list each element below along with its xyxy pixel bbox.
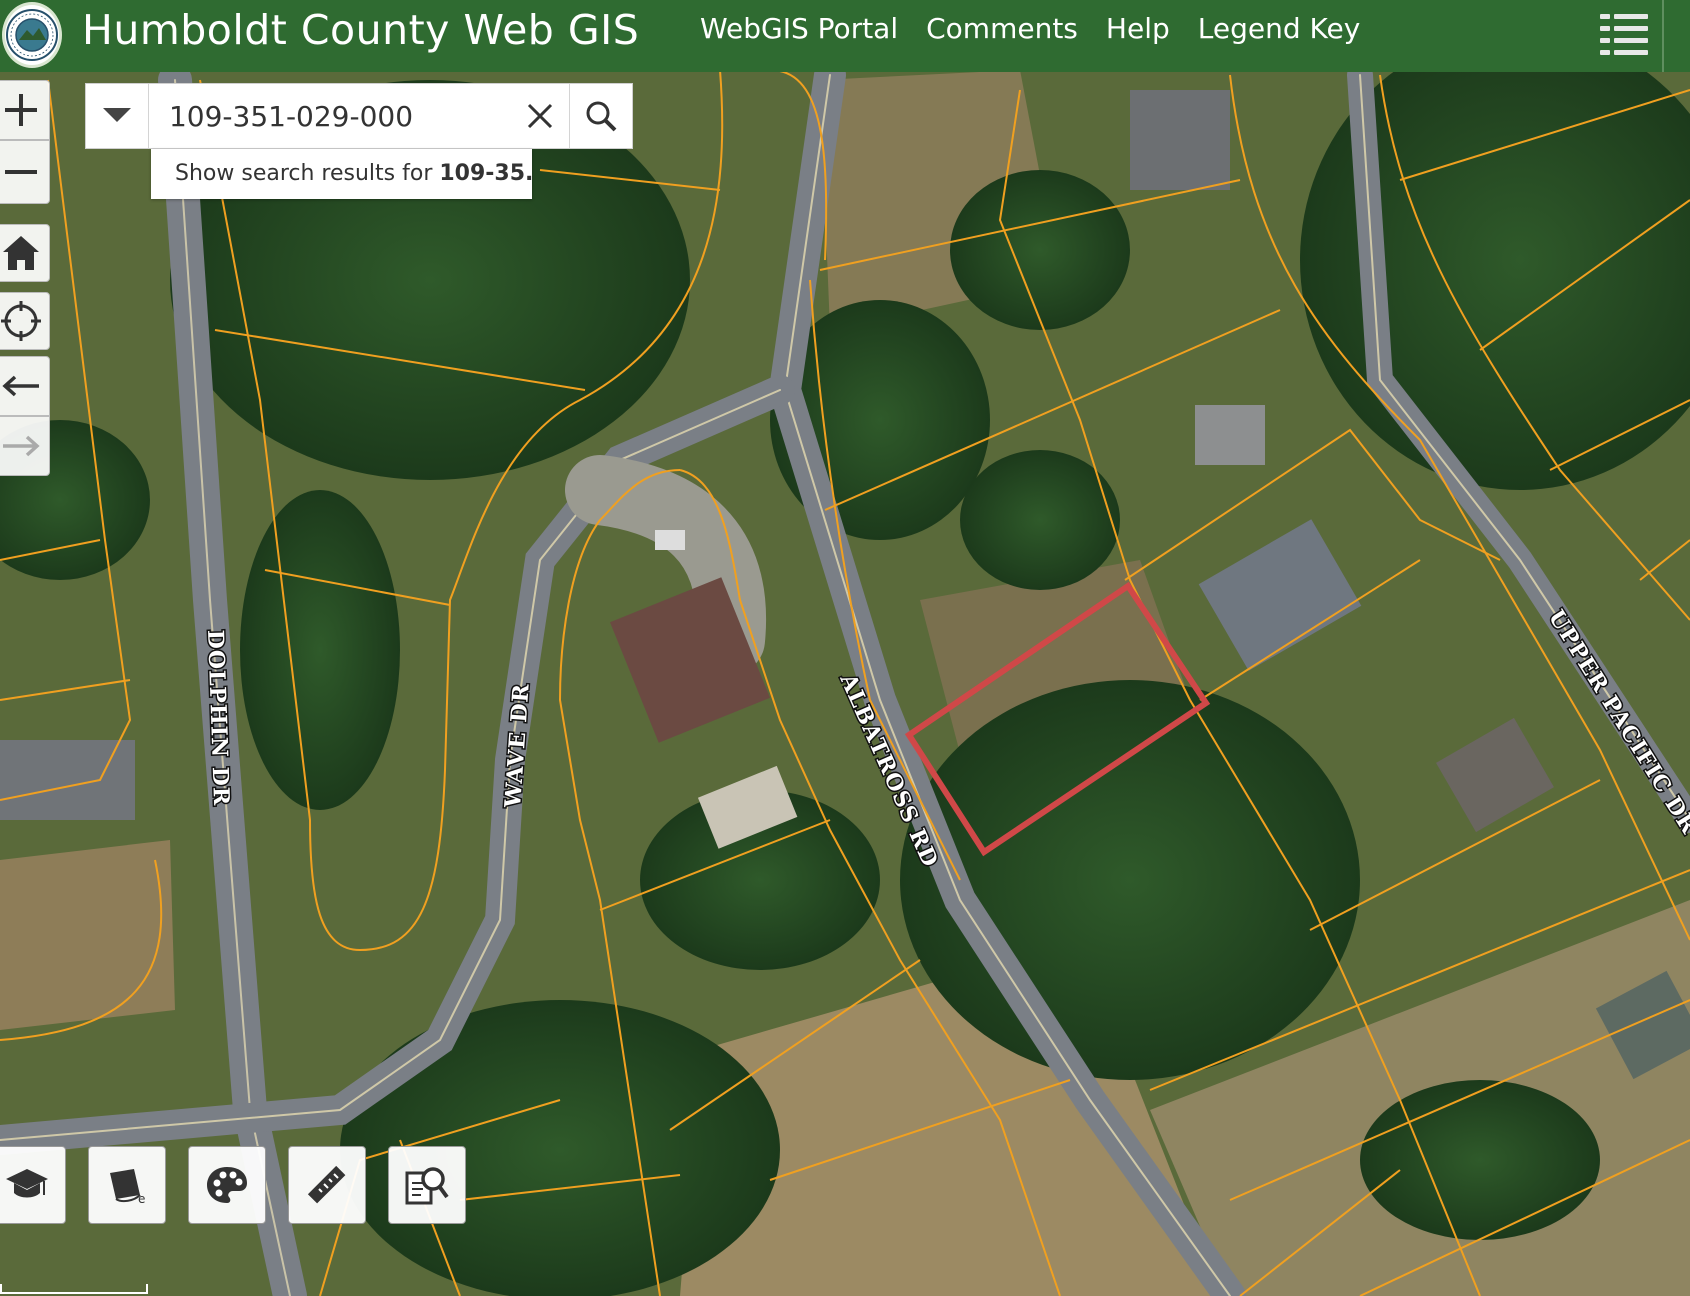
suggestion-match: 109-35...: [439, 161, 532, 186]
hat-e-icon: e: [110, 1169, 145, 1205]
header-divider: [1662, 0, 1664, 72]
palette-icon: [207, 1167, 247, 1203]
graduation-cap-icon: [6, 1169, 48, 1198]
app-title: Humboldt County Web GIS: [82, 6, 640, 54]
search-input[interactable]: [148, 84, 511, 148]
learn-tool-button[interactable]: e: [88, 1146, 166, 1224]
home-button[interactable]: [0, 224, 50, 282]
search-button[interactable]: [569, 84, 632, 148]
zoom-in-button[interactable]: [0, 80, 50, 140]
nav-comments[interactable]: Comments: [926, 12, 1078, 45]
nav-legend-key[interactable]: Legend Key: [1198, 12, 1361, 45]
next-extent-button[interactable]: [0, 416, 50, 476]
close-icon: [527, 103, 553, 129]
minus-icon: [5, 170, 37, 174]
search-suggestion[interactable]: Show search results for 109-35...: [151, 149, 532, 199]
document-search-icon: [405, 1167, 449, 1205]
arrow-left-icon: [2, 375, 39, 397]
app-header: Humboldt County Web GIS WebGIS Portal Co…: [0, 0, 1690, 72]
locate-button[interactable]: [0, 292, 50, 350]
svg-text:e: e: [138, 1192, 145, 1205]
scale-bar: [0, 1284, 148, 1294]
ruler-icon: [307, 1165, 346, 1204]
nav-help[interactable]: Help: [1106, 12, 1170, 45]
chevron-down-icon: [102, 108, 131, 122]
zoom-out-button[interactable]: [0, 140, 50, 204]
measure-tool-button[interactable]: [288, 1146, 366, 1224]
query-tool-button[interactable]: [388, 1146, 466, 1224]
seal-icon: [6, 9, 58, 61]
header-nav: WebGIS Portal Comments Help Legend Key: [700, 12, 1388, 45]
basemap-tool-button[interactable]: [188, 1146, 266, 1224]
previous-extent-button[interactable]: [0, 356, 50, 416]
clear-search-button[interactable]: [511, 84, 569, 148]
home-icon: [3, 236, 39, 270]
training-tool-button[interactable]: [0, 1146, 66, 1224]
suggestion-prefix: Show search results for: [175, 161, 440, 186]
layer-list-button[interactable]: [1598, 6, 1650, 62]
county-seal-logo: [2, 2, 62, 68]
search-source-dropdown[interactable]: [86, 84, 149, 148]
plus-icon: [5, 94, 37, 126]
locate-icon: [1, 301, 41, 341]
dry-field: [0, 840, 175, 1030]
arrow-right-icon: [3, 435, 40, 457]
search-icon: [586, 101, 617, 132]
list-icon: [1600, 14, 1648, 55]
search-widget: [85, 83, 633, 149]
nav-webgis-portal[interactable]: WebGIS Portal: [700, 12, 898, 45]
